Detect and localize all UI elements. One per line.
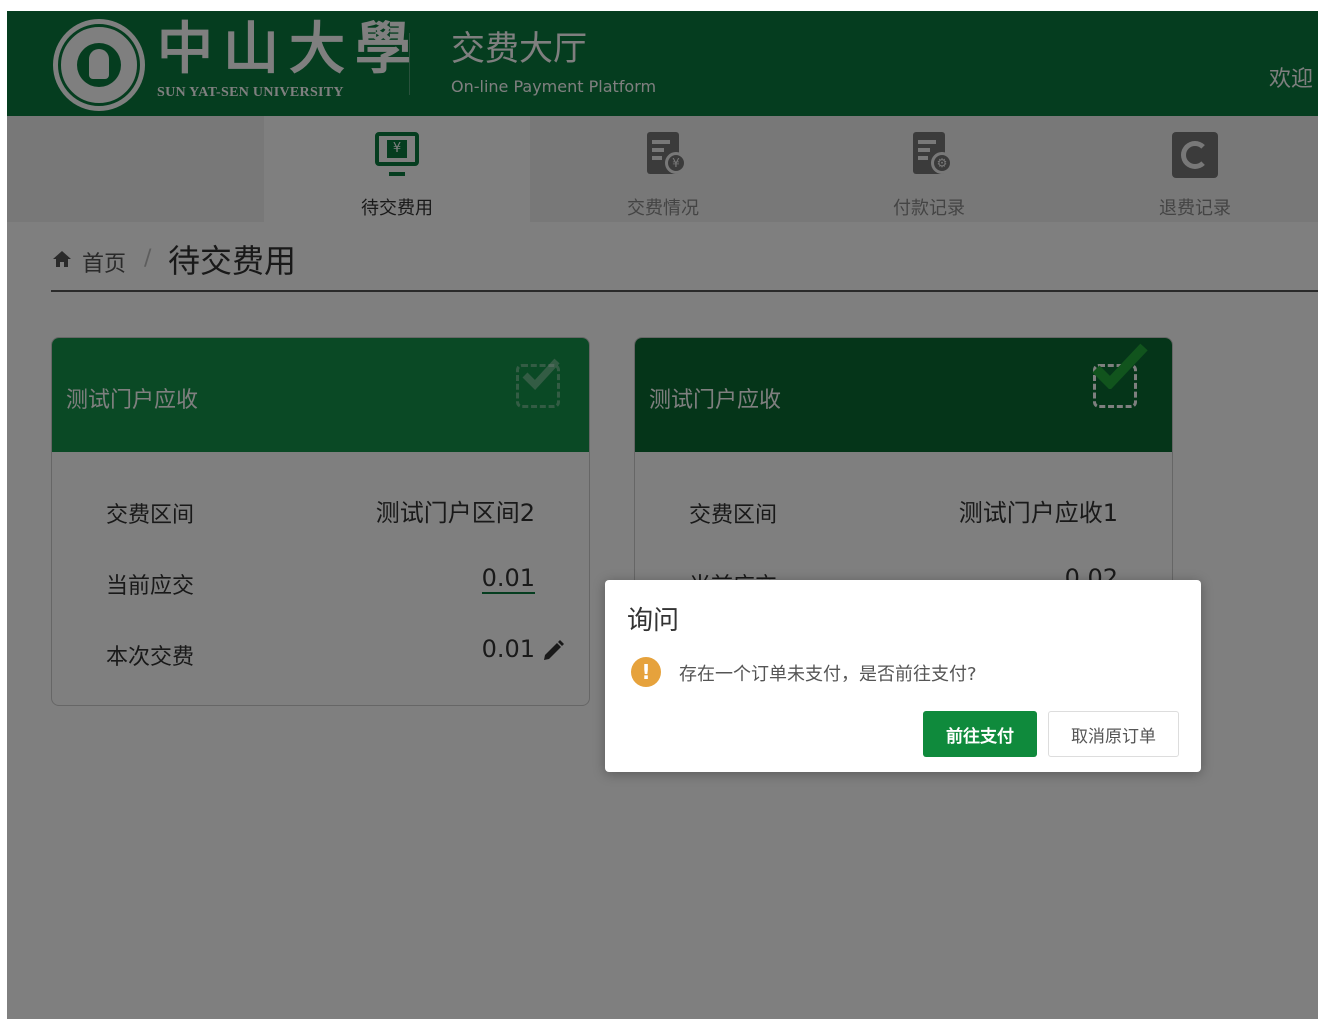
cancel-order-button[interactable]: 取消原订单 [1048, 711, 1179, 757]
modal-overlay[interactable] [7, 11, 1318, 1019]
confirm-dialog: 询问 ! 存在一个订单未支付，是否前往支付? 前往支付 取消原订单 [605, 580, 1201, 772]
go-pay-button[interactable]: 前往支付 [923, 711, 1037, 757]
dialog-title: 询问 [627, 606, 680, 636]
warning-icon: ! [631, 657, 661, 687]
dialog-message: 存在一个订单未支付，是否前往支付? [679, 664, 977, 685]
